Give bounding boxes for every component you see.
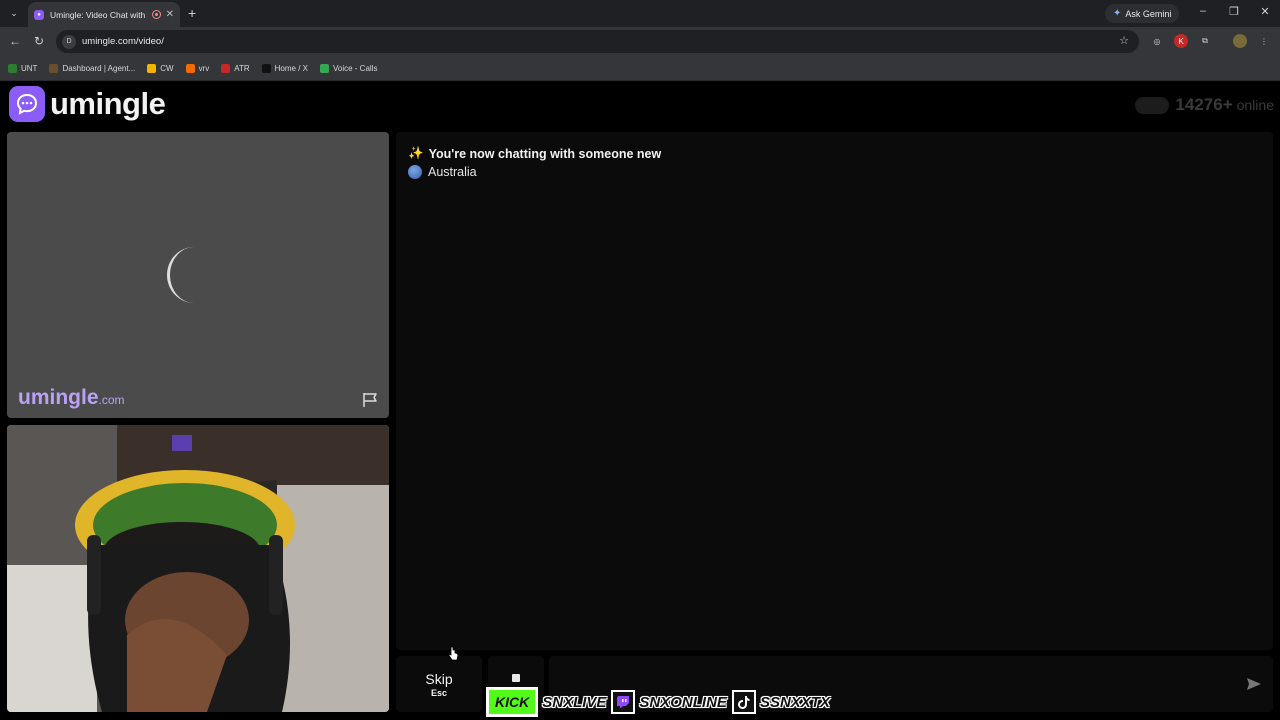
tab-title: Umingle: Video Chat with S — [50, 9, 147, 20]
tiktok-handle: SSNXXTX — [759, 693, 830, 711]
online-count: 14276+ — [1175, 95, 1233, 114]
bookmark-label: CW — [160, 63, 174, 73]
self-webcam-video — [7, 425, 389, 712]
bookmark-favicon-icon — [8, 63, 17, 73]
chat-panel: ✨ You're now chatting with someone new A… — [396, 132, 1273, 650]
bookmark-label: vrv — [198, 63, 210, 73]
chat-bubble-icon — [9, 86, 45, 122]
system-message-text: You're now chatting with someone new — [428, 146, 662, 161]
bookmark-item[interactable]: UNT — [8, 63, 38, 73]
bookmark-label: UNT — [21, 63, 38, 73]
active-tab[interactable]: ● Umingle: Video Chat with S ✕ — [28, 2, 180, 27]
watermark-domain: .com — [98, 393, 125, 407]
close-window-icon[interactable]: ✕ — [1257, 5, 1273, 18]
country-text: Australia — [428, 165, 477, 179]
system-message: ✨ You're now chatting with someone new — [408, 146, 661, 161]
kick-logo-icon: KICK — [486, 687, 539, 717]
address-bar[interactable]: D umingle.com/video/ ☆ — [56, 30, 1139, 53]
back-arrow-icon[interactable]: ← — [7, 33, 23, 49]
webcam-feed-image — [7, 425, 389, 712]
bookmark-item[interactable]: Home / X — [261, 63, 308, 73]
bookmark-label: Dashboard | Agent... — [62, 63, 136, 73]
bookmark-label: ATR — [234, 63, 250, 73]
url-text: umingle.com/video/ — [82, 36, 164, 47]
stop-icon — [512, 674, 520, 682]
ask-gemini-button[interactable]: ✦ Ask Gemini — [1105, 4, 1180, 23]
video-watermark: umingle.com — [18, 386, 125, 410]
bookmarks-bar: UNT Dashboard | Agent... CW vrv ATR Home / X V… — [0, 56, 1280, 81]
tab-search-icon[interactable]: ⌄ — [6, 5, 22, 21]
stream-overlay: KICK SNXLIVE SNXONLINE SSNXXTX — [486, 687, 835, 717]
watermark-name: umingle — [18, 386, 99, 409]
send-icon[interactable] — [1246, 677, 1262, 691]
recording-icon — [151, 10, 161, 19]
bookmark-favicon-icon — [221, 63, 231, 73]
tab-close-icon[interactable]: ✕ — [166, 9, 174, 20]
sparkle-icon: ✨ — [408, 146, 424, 160]
bookmark-item[interactable]: vrv — [185, 63, 210, 73]
bookmark-item[interactable]: ATR — [221, 63, 250, 73]
stranger-country: Australia — [408, 165, 477, 179]
bookmark-star-icon[interactable]: ☆ — [1119, 34, 1129, 47]
minimize-icon[interactable]: – — [1195, 5, 1211, 17]
new-tab-button[interactable]: + — [188, 5, 196, 21]
loading-spinner-icon — [167, 247, 221, 303]
browser-toolbar: ← ↻ D umingle.com/video/ ☆ ◎ K ⧉ ⋮ — [0, 27, 1280, 56]
profile-avatar[interactable] — [1233, 34, 1247, 48]
tiktok-icon — [731, 690, 756, 714]
reload-icon[interactable]: ↻ — [31, 33, 47, 49]
site-logo[interactable]: umingle — [9, 86, 166, 122]
stranger-video: umingle.com — [7, 132, 389, 418]
bookmark-favicon-icon — [320, 63, 329, 73]
online-label: online — [1236, 97, 1274, 113]
logo-text: umingle — [50, 86, 166, 121]
browser-menu-icon[interactable]: ⋮ — [1257, 34, 1271, 48]
mouse-pointer-icon — [448, 646, 459, 661]
restore-icon[interactable]: ❐ — [1226, 5, 1242, 18]
bookmark-label: Home / X — [274, 63, 308, 73]
tab-strip: ⌄ ● Umingle: Video Chat with S ✕ + ✦ Ask… — [0, 0, 1280, 27]
bookmark-item[interactable]: CW — [147, 63, 174, 73]
bookmark-favicon-icon — [147, 63, 157, 73]
twitch-handle: SNXONLINE — [639, 693, 727, 711]
bookmark-favicon-icon — [185, 63, 195, 73]
skip-button[interactable]: Skip Esc — [396, 656, 482, 712]
bookmark-favicon-icon — [49, 63, 59, 73]
extension-glasses-icon[interactable]: ◎ — [1150, 34, 1164, 48]
skip-shortcut: Esc — [430, 687, 447, 698]
twitch-icon — [611, 690, 636, 714]
kick-handle: SNXLIVE — [542, 693, 607, 711]
skip-label: Skip — [425, 670, 453, 687]
ask-gemini-label: Ask Gemini — [1125, 8, 1172, 19]
online-toggle — [1135, 96, 1170, 114]
online-indicator: 14276+ online — [1135, 95, 1274, 115]
report-flag-icon[interactable] — [362, 392, 380, 408]
umingle-page: umingle 14276+ online umingle.com ✨ You'… — [0, 81, 1280, 720]
site-info-icon[interactable]: D — [62, 34, 76, 49]
bookmark-label: Voice - Calls — [333, 63, 378, 73]
bookmark-favicon-icon — [261, 63, 271, 73]
extension-k-icon[interactable]: K — [1174, 34, 1188, 48]
bookmark-item[interactable]: Voice - Calls — [320, 63, 378, 73]
globe-icon — [408, 165, 422, 179]
gemini-sparkle-icon: ✦ — [1113, 8, 1122, 19]
umingle-favicon-icon: ● — [34, 9, 44, 20]
bookmark-item[interactable]: Dashboard | Agent... — [49, 63, 136, 73]
extensions-puzzle-icon[interactable]: ⧉ — [1198, 34, 1212, 48]
